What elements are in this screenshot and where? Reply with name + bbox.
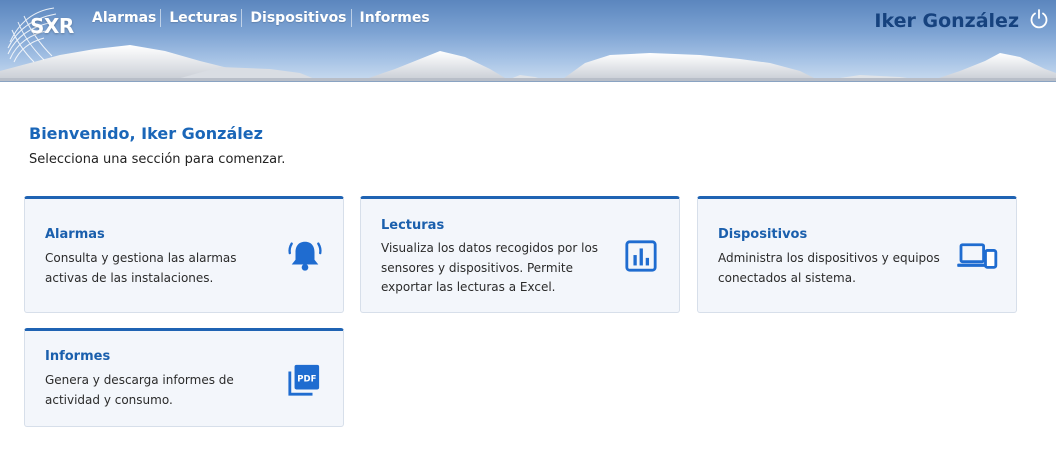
devices-icon [957, 243, 998, 269]
card-description: Genera y descarga informes de actividad … [45, 373, 234, 407]
welcome-title: Bienvenido, Iker González [29, 124, 263, 143]
user-name: Iker González [874, 10, 1019, 32]
power-icon[interactable] [1028, 8, 1050, 30]
nav-item-dispositivos[interactable]: Dispositivos [248, 9, 352, 27]
card-informes[interactable]: Informes Genera y descarga informes de a… [24, 328, 344, 427]
card-description: Consulta y gestiona las alarmas activas … [45, 251, 237, 285]
nav-item-lecturas[interactable]: Lecturas [167, 9, 243, 27]
card-lecturas[interactable]: Lecturas Visualiza los datos recogidos p… [360, 196, 680, 313]
card-dispositivos[interactable]: Dispositivos Administra los dispositivos… [697, 196, 1017, 313]
nav-item-informes[interactable]: Informes [358, 9, 434, 27]
header-mountain-banner [0, 45, 1056, 81]
app-header: SXR Alarmas Lecturas Dispositivos Inform… [0, 0, 1056, 82]
bar-chart-icon [625, 240, 657, 272]
card-description: Administra los dispositivos y equipos co… [718, 251, 940, 285]
card-title: Informes [45, 349, 111, 364]
main-nav: Alarmas Lecturas Dispositivos Informes [90, 9, 440, 27]
pdf-icon: PDF [288, 364, 320, 396]
card-title: Dispositivos [718, 227, 808, 242]
card-title: Lecturas [381, 218, 445, 233]
nav-item-alarmas[interactable]: Alarmas [90, 9, 162, 27]
card-title: Alarmas [45, 227, 105, 242]
main-content: Bienvenido, Iker González Selecciona una… [0, 82, 1056, 457]
card-description: Visualiza los datos recogidos por los se… [381, 241, 599, 294]
card-alarmas[interactable]: Alarmas Consulta y gestiona las alarmas … [24, 196, 344, 313]
logo-text[interactable]: SXR [30, 14, 74, 38]
svg-text:PDF: PDF [297, 374, 316, 384]
bell-icon [288, 241, 322, 271]
welcome-subtitle: Selecciona una sección para comenzar. [29, 152, 286, 167]
